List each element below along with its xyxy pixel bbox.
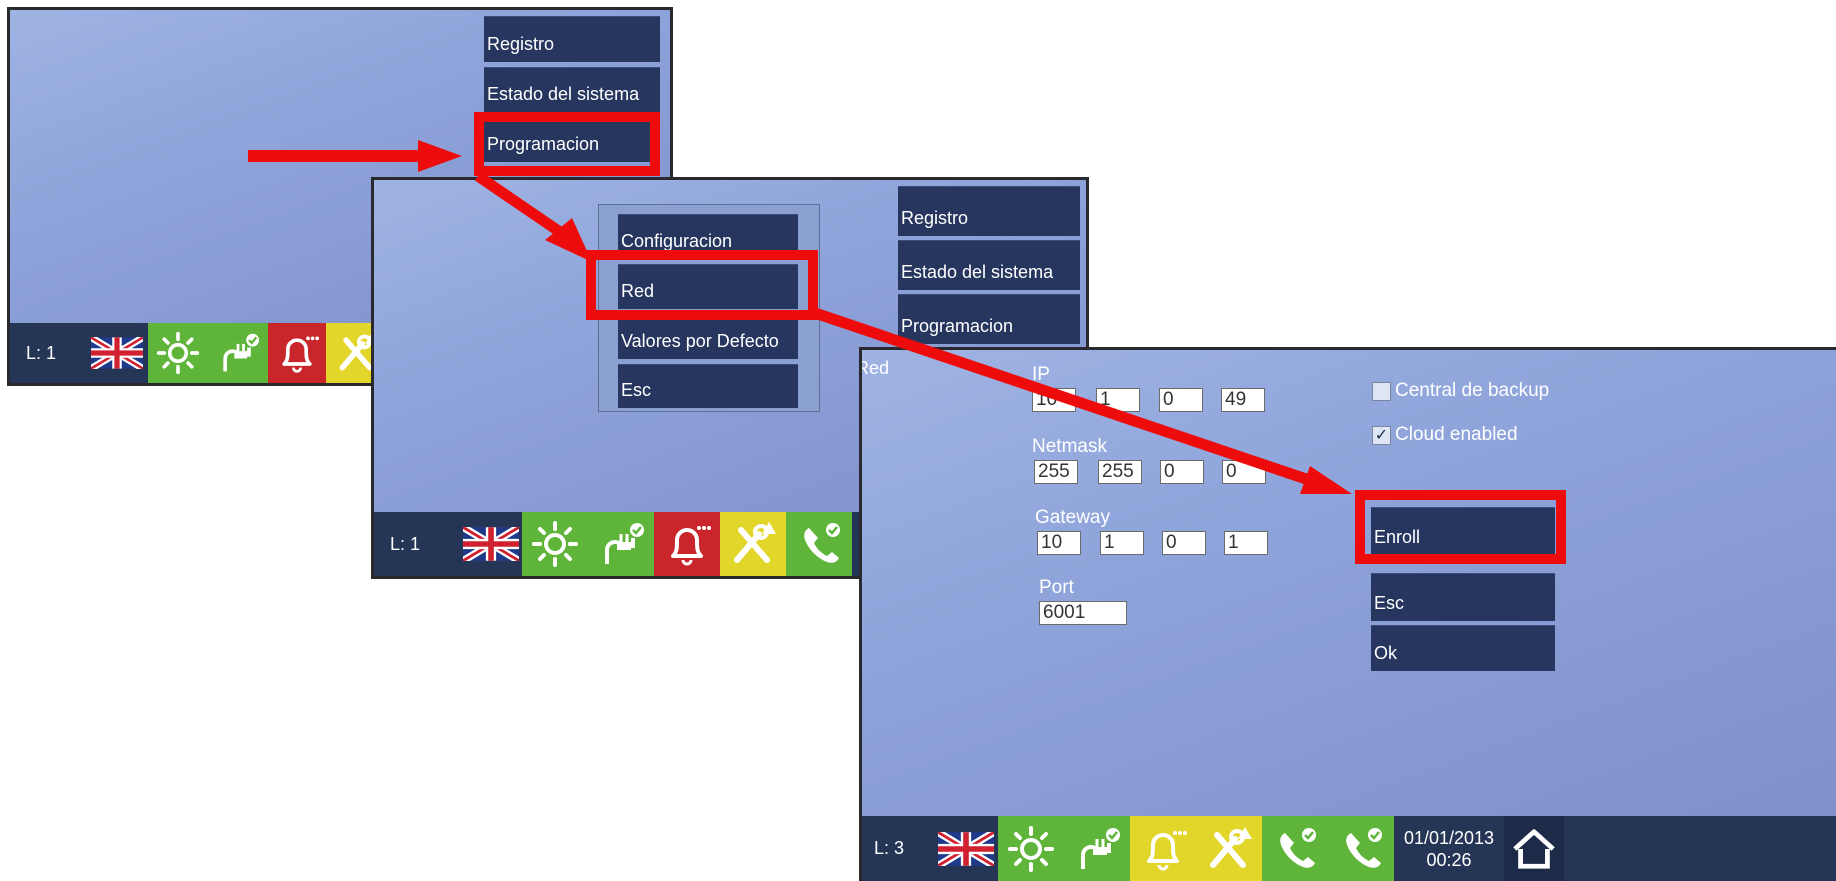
phone-icon[interactable] bbox=[786, 512, 852, 576]
sun-icon[interactable] bbox=[998, 816, 1064, 881]
bell-icon[interactable] bbox=[654, 512, 720, 576]
backup-checkbox[interactable] bbox=[1372, 382, 1391, 401]
netmask-octet-1[interactable]: 255 bbox=[1034, 460, 1078, 484]
netmask-octet-3[interactable]: 0 bbox=[1160, 460, 1204, 484]
backup-label: Central de backup bbox=[1395, 380, 1550, 401]
gateway-octet-4[interactable]: 1 bbox=[1224, 531, 1268, 555]
cloud-checkbox[interactable]: ✓ bbox=[1372, 426, 1391, 445]
plug-icon[interactable] bbox=[588, 512, 654, 576]
netmask-label: Netmask bbox=[1032, 436, 1107, 457]
port-label: Port bbox=[1039, 577, 1074, 598]
menu-programacion-button[interactable]: Programacion bbox=[898, 294, 1080, 344]
menu-registro-button[interactable]: Registro bbox=[898, 186, 1080, 236]
ip-octet-4[interactable]: 49 bbox=[1221, 388, 1265, 412]
menu-registro-button[interactable]: Registro bbox=[484, 16, 660, 62]
bell-icon[interactable] bbox=[1130, 816, 1196, 881]
screen-red: Red IP 10 1 0 49 Netmask 255 255 0 0 Gat… bbox=[862, 350, 1836, 881]
gateway-label: Gateway bbox=[1035, 507, 1110, 528]
uk-flag-icon[interactable] bbox=[934, 816, 998, 881]
time-text: 00:26 bbox=[1426, 849, 1472, 870]
home-icon[interactable] bbox=[1504, 816, 1564, 881]
ip-label: IP bbox=[1032, 364, 1050, 385]
status-bar: L: 3 01/01/2013 00:26 bbox=[862, 816, 1836, 881]
menu-programacion-button[interactable]: Programacion bbox=[484, 117, 660, 162]
tools-icon[interactable] bbox=[720, 512, 786, 576]
cloud-label: Cloud enabled bbox=[1395, 424, 1518, 445]
enroll-button[interactable]: Enroll bbox=[1371, 507, 1555, 555]
uk-flag-icon[interactable] bbox=[86, 323, 148, 383]
menu-estado-button[interactable]: Estado del sistema bbox=[484, 67, 660, 112]
gateway-octet-2[interactable]: 1 bbox=[1100, 531, 1144, 555]
uk-flag-icon[interactable] bbox=[460, 512, 522, 576]
datetime: 01/01/2013 00:26 bbox=[1394, 816, 1504, 881]
submenu-configuracion-button[interactable]: Configuracion bbox=[618, 214, 798, 259]
ok-button[interactable]: Ok bbox=[1371, 625, 1555, 671]
plug-icon[interactable] bbox=[208, 323, 268, 383]
submenu-red-button[interactable]: Red bbox=[618, 264, 798, 309]
tools-icon[interactable] bbox=[1196, 816, 1262, 881]
sun-icon[interactable] bbox=[148, 323, 208, 383]
gateway-octet-3[interactable]: 0 bbox=[1162, 531, 1206, 555]
phone-warning-icon[interactable] bbox=[1328, 816, 1394, 881]
gateway-octet-1[interactable]: 10 bbox=[1037, 531, 1081, 555]
netmask-octet-2[interactable]: 255 bbox=[1098, 460, 1142, 484]
date-text: 01/01/2013 bbox=[1403, 827, 1495, 848]
esc-button[interactable]: Esc bbox=[1371, 573, 1555, 621]
phone-icon[interactable] bbox=[1262, 816, 1328, 881]
submenu-esc-button[interactable]: Esc bbox=[618, 364, 798, 408]
netmask-octet-4[interactable]: 0 bbox=[1222, 460, 1266, 484]
plug-icon[interactable] bbox=[1064, 816, 1130, 881]
menu-estado-button[interactable]: Estado del sistema bbox=[898, 240, 1080, 290]
submenu-defaults-button[interactable]: Valores por Defecto bbox=[618, 314, 798, 359]
port-field[interactable]: 6001 bbox=[1039, 601, 1127, 625]
ip-octet-3[interactable]: 0 bbox=[1159, 388, 1203, 412]
bell-icon[interactable] bbox=[268, 323, 326, 383]
ip-octet-1[interactable]: 10 bbox=[1032, 388, 1076, 412]
sun-icon[interactable] bbox=[522, 512, 588, 576]
access-level: L: 3 bbox=[874, 838, 905, 858]
ip-octet-2[interactable]: 1 bbox=[1096, 388, 1140, 412]
access-level: L: 1 bbox=[26, 342, 57, 363]
access-level: L: 1 bbox=[390, 533, 421, 554]
page-title: Red bbox=[862, 358, 890, 378]
